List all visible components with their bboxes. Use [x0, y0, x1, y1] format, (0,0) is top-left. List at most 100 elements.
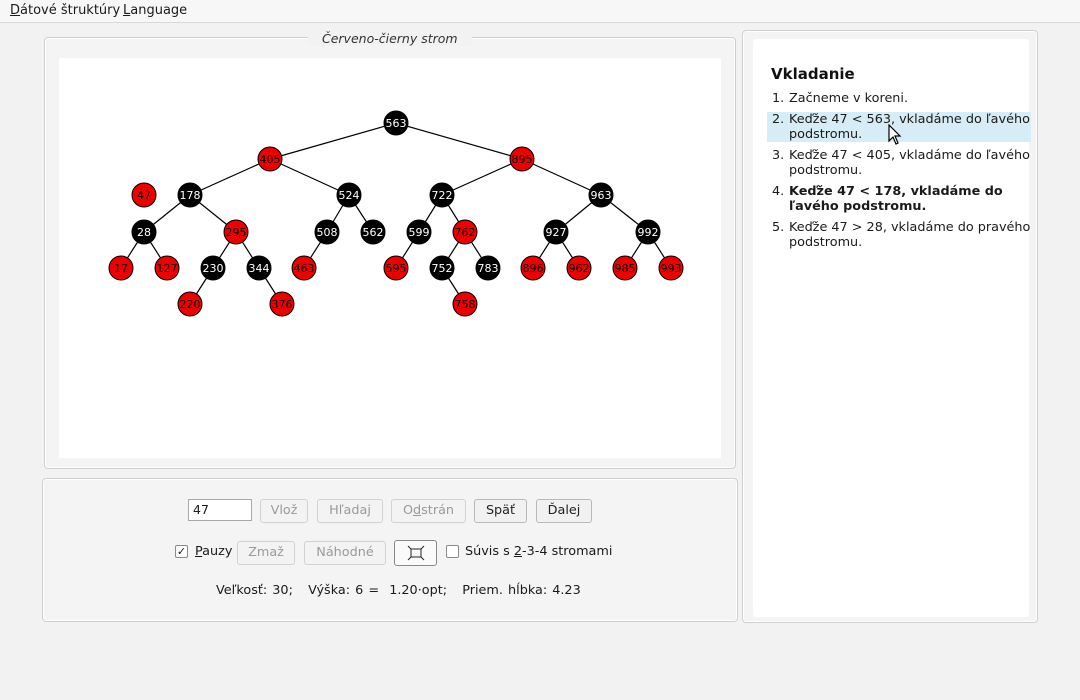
relation-checkbox[interactable] — [446, 545, 459, 558]
tree-node-722-label: 722 — [432, 189, 453, 202]
fit-to-screen-button[interactable] — [394, 540, 437, 566]
tree-node-344: 344 — [246, 255, 272, 281]
check-icon: ✓ — [176, 545, 187, 558]
tree-node-463: 463 — [291, 255, 317, 281]
tree-node-752-label: 752 — [432, 262, 453, 275]
control-panel: 47 Vlož Hľadaj Odstrán Späť Ďalej ✓ Pauz… — [42, 478, 738, 622]
edge-405-178 — [189, 158, 271, 196]
tree-node-178: 178 — [177, 182, 203, 208]
relation-label[interactable]: Súvis s 2-3-4 stromami — [465, 544, 612, 559]
tree-node-993: 993 — [658, 255, 684, 281]
tree-node-376: 376 — [269, 291, 295, 317]
delete-button[interactable]: Odstrán — [391, 499, 466, 523]
value-input[interactable]: 47 — [188, 499, 252, 521]
tree-node-783: 783 — [475, 255, 501, 281]
pauses-checkbox[interactable]: ✓ — [175, 545, 188, 558]
pending-node: 47 — [131, 182, 157, 208]
menu-data-structures[interactable]: Dátové štruktúry — [10, 3, 120, 18]
fit-screen-icon — [407, 545, 424, 561]
edge-895-722 — [441, 158, 523, 196]
random-button[interactable]: Náhodné — [304, 541, 386, 565]
tree-node-758: 758 — [452, 291, 478, 317]
insert-button[interactable]: Vlož — [260, 499, 308, 523]
tree-node-524-label: 524 — [339, 189, 360, 202]
tree-node-28-label: 28 — [137, 226, 151, 239]
tree-canvas[interactable]: 563 405 895 178 524 722 963 28 295 508 562 599 762 92… — [59, 58, 721, 458]
tree-node-783-label: 783 — [478, 262, 499, 275]
tree-node-758-label: 758 — [455, 298, 476, 311]
tree-node-896-label: 896 — [523, 262, 544, 275]
tree-node-563: 563 — [383, 110, 409, 136]
tree-node-962: 962 — [566, 255, 592, 281]
tree-node-405: 405 — [257, 146, 283, 172]
mouse-cursor-icon — [888, 124, 902, 145]
tree-node-562: 562 — [360, 219, 386, 245]
tree-node-895-label: 895 — [512, 153, 533, 166]
explanation-title: Vkladanie — [771, 65, 855, 83]
tree-node-563-label: 563 — [386, 117, 407, 130]
tree-node-376-label: 376 — [272, 298, 293, 311]
tree-node-599: 599 — [406, 219, 432, 245]
tree-node-992-label: 992 — [638, 226, 659, 239]
pending-node-label: 47 — [137, 189, 151, 202]
tree-node-927-label: 927 — [546, 226, 567, 239]
tree-node-405-label: 405 — [260, 153, 281, 166]
tree-node-762-label: 762 — [455, 226, 476, 239]
tree-node-295-label: 295 — [226, 226, 247, 239]
tree-node-220-label: 220 — [180, 298, 201, 311]
tree-node-595-label: 595 — [386, 262, 407, 275]
tree-node-722: 722 — [429, 182, 455, 208]
edge-895-963 — [521, 158, 602, 196]
tree-svg: 563 405 895 178 524 722 963 28 295 508 562 599 762 92… — [108, 110, 684, 317]
menu-bar: Dátové štruktúry Language — [0, 0, 1080, 23]
clear-button[interactable]: Zmaž — [237, 541, 295, 565]
tree-node-230-label: 230 — [203, 262, 224, 275]
tree-node-599-label: 599 — [409, 226, 430, 239]
tree-node-508: 508 — [314, 219, 340, 245]
tree-node-752: 752 — [429, 255, 455, 281]
tree-node-344-label: 344 — [249, 262, 270, 275]
tree-node-230: 230 — [200, 255, 226, 281]
menu-language[interactable]: Language — [123, 3, 187, 18]
tree-node-17-label: 17 — [114, 262, 128, 275]
pauses-label[interactable]: Pauzy — [195, 544, 232, 559]
step-3: 3. Keďže 47 < 405, vkladáme do ľavého pod… — [772, 148, 1030, 178]
tree-nodes: 563 405 895 178 524 722 963 28 295 508 562 599 762 92… — [108, 110, 684, 317]
tree-node-28: 28 — [131, 219, 157, 245]
tree-node-127-label: 127 — [157, 262, 178, 275]
tree-node-595: 595 — [383, 255, 409, 281]
edge-563-895 — [395, 122, 523, 160]
tree-node-127: 127 — [154, 255, 180, 281]
tree-node-762: 762 — [452, 219, 478, 245]
tree-panel-title: Červeno-čierny strom — [308, 31, 472, 46]
step-4: 4. Keďže 47 < 178, vkladáme do ľavého pod… — [772, 184, 1003, 214]
step-5: 5. Keďže 47 > 28, vkladáme do pravého pod… — [772, 220, 1031, 250]
tree-node-508-label: 508 — [317, 226, 338, 239]
explanation-panel: Vkladanie 1. Začneme v koreni. 2. Keďže 47… — [742, 30, 1038, 623]
statistics-text: Veľkosť: 30; Výška: 6 = 1.20·opt; Priem.… — [216, 583, 581, 598]
back-button[interactable]: Späť — [474, 499, 527, 523]
tree-node-963: 963 — [588, 182, 614, 208]
tree-node-895: 895 — [509, 146, 535, 172]
tree-node-295: 295 — [223, 219, 249, 245]
find-button[interactable]: Hľadaj — [317, 499, 383, 523]
tree-node-562-label: 562 — [363, 226, 384, 239]
tree-node-985: 985 — [612, 255, 638, 281]
tree-node-524: 524 — [336, 182, 362, 208]
tree-node-17: 17 — [108, 255, 134, 281]
next-button[interactable]: Ďalej — [536, 499, 592, 523]
edge-563-405 — [269, 122, 397, 160]
tree-node-985-label: 985 — [615, 262, 636, 275]
tree-panel: 563 405 895 178 524 722 963 28 295 508 562 599 762 92… — [44, 37, 736, 469]
tree-node-178-label: 178 — [180, 189, 201, 202]
tree-node-963-label: 963 — [591, 189, 612, 202]
step-1: 1. Začneme v koreni. — [772, 91, 909, 106]
tree-node-220: 220 — [177, 291, 203, 317]
tree-node-463-label: 463 — [294, 262, 315, 275]
tree-node-962-label: 962 — [569, 262, 590, 275]
tree-node-992: 992 — [635, 219, 661, 245]
edge-405-524 — [269, 158, 350, 196]
explanation-steps: 1. Začneme v koreni. 2. Keďže 47 < 563, vk… — [767, 91, 1031, 256]
tree-node-927: 927 — [543, 219, 569, 245]
tree-node-896: 896 — [520, 255, 546, 281]
